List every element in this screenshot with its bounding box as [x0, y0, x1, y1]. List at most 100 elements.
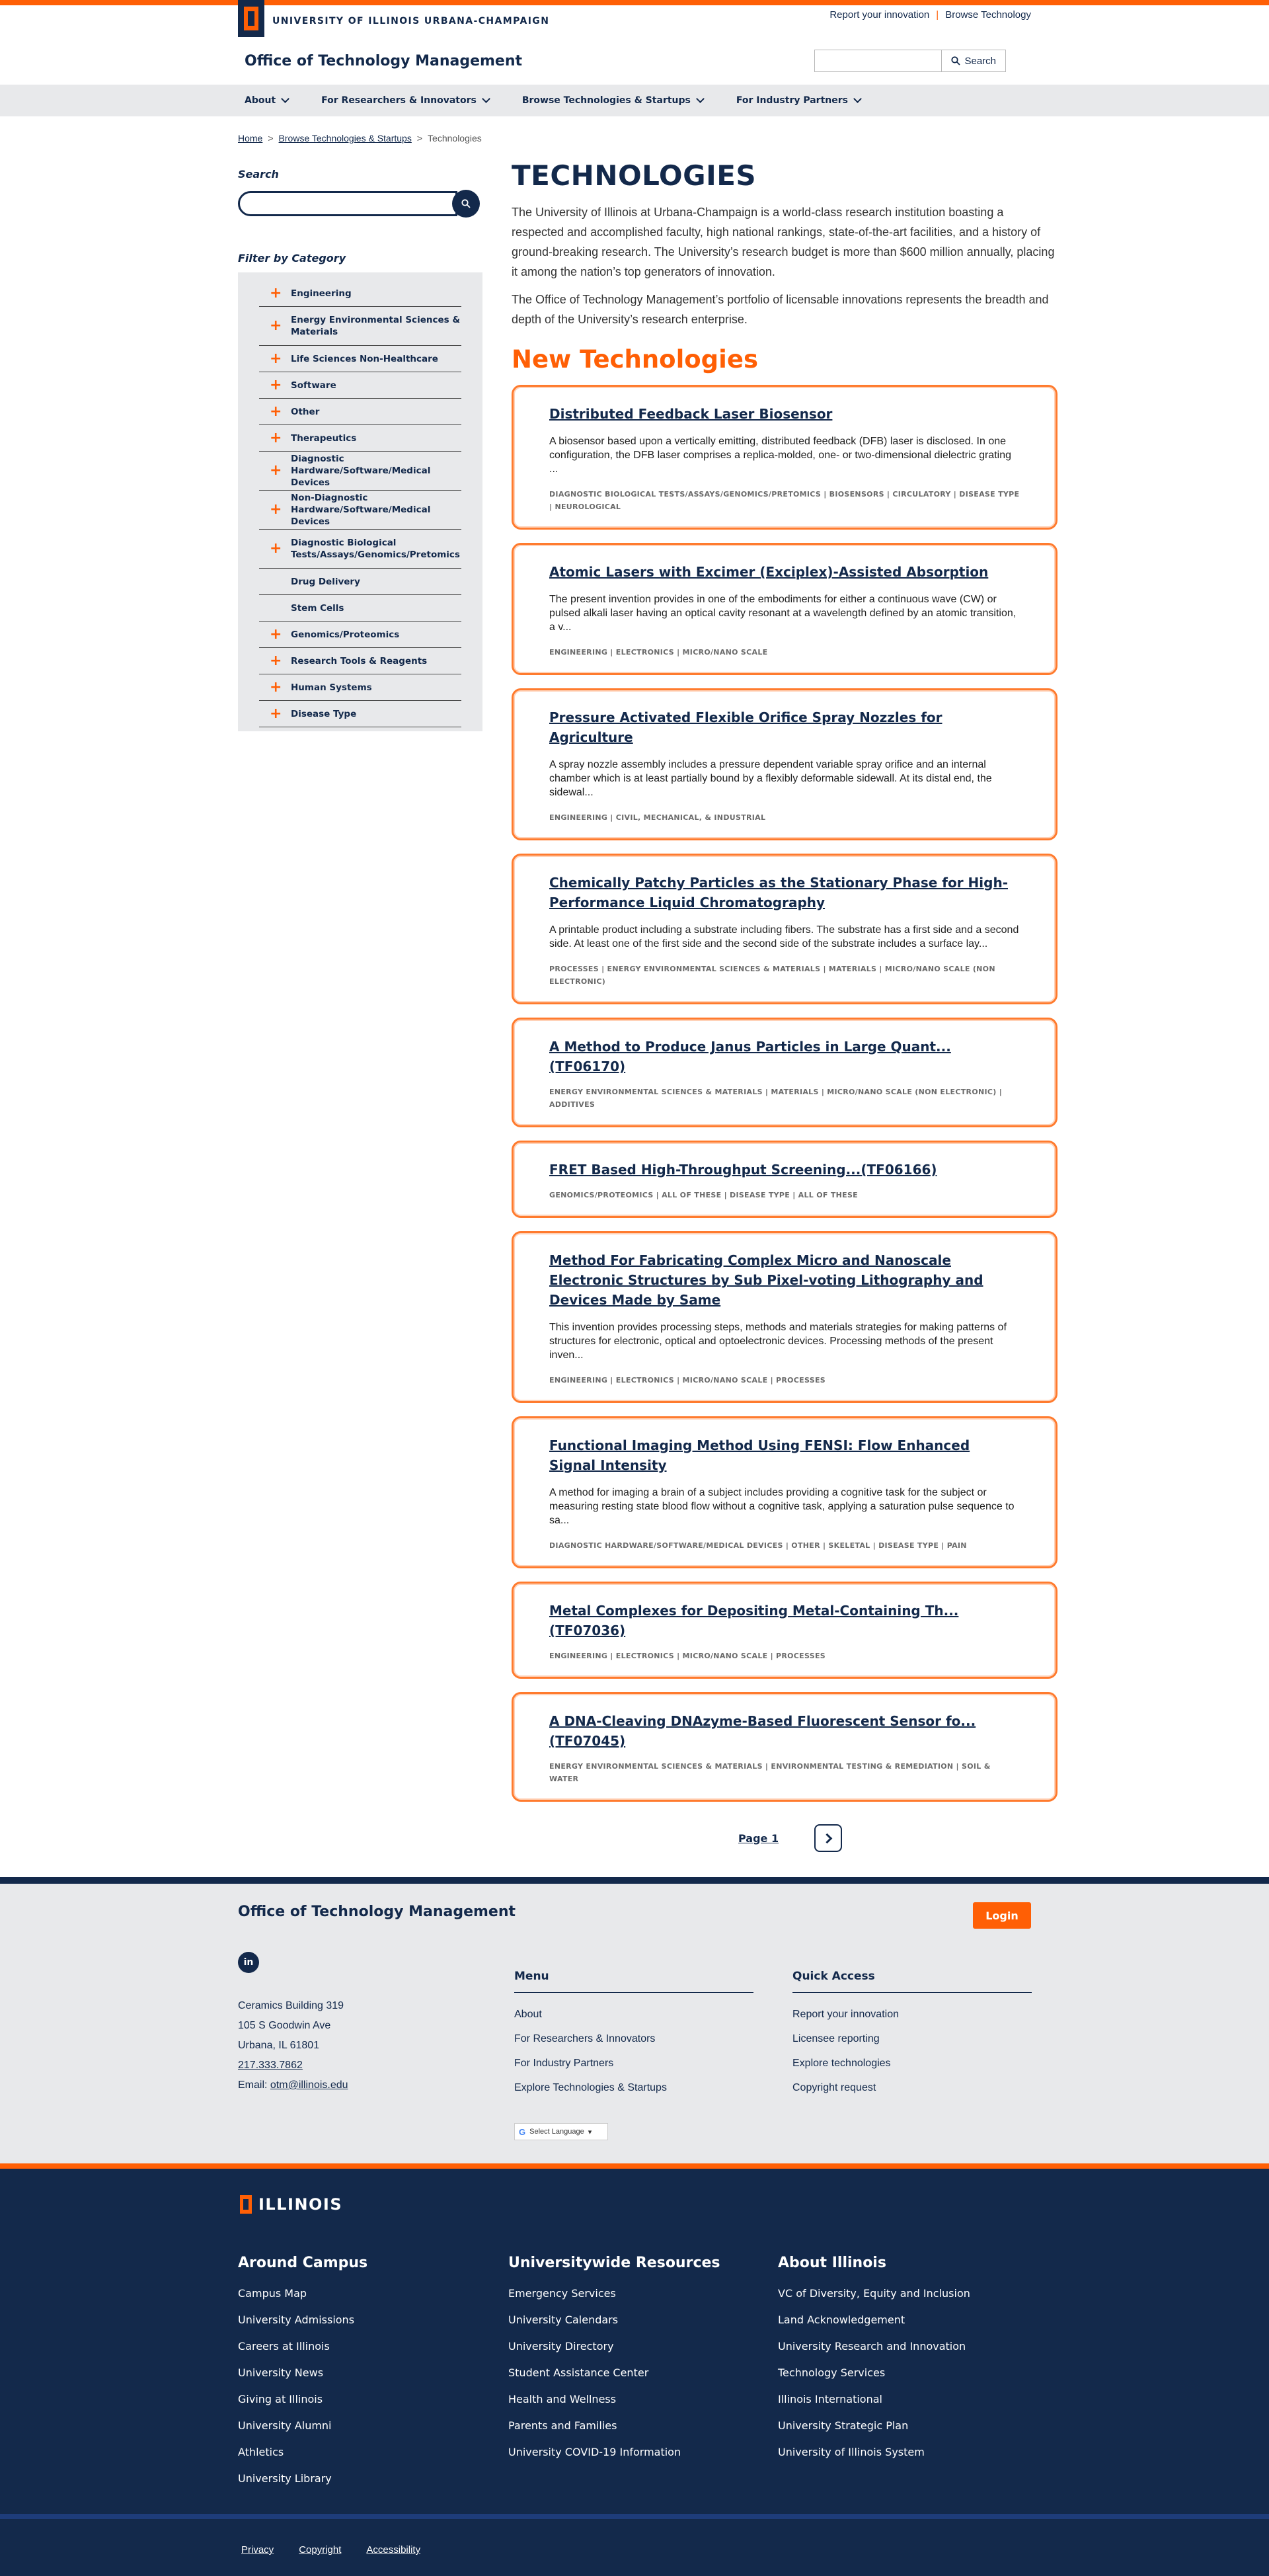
campus-footer-link[interactable]: Careers at Illinois [238, 2333, 367, 2360]
technology-title-link[interactable]: FRET Based High-Throughput Screening...(… [549, 1160, 1020, 1180]
university-logo[interactable]: UNIVERSITY OF ILLINOIS URBANA-CHAMPAIGN [238, 0, 550, 37]
footer-quick-link[interactable]: Copyright request [792, 2075, 1032, 2100]
breadcrumb-home[interactable]: Home [238, 133, 262, 143]
campus-footer-link[interactable]: University Alumni [238, 2413, 367, 2439]
category-item[interactable]: Stem Cells [259, 595, 461, 622]
campus-footer-link[interactable]: University Directory [508, 2333, 720, 2360]
breadcrumb-separator: > [416, 133, 423, 143]
campus-footer-link[interactable]: Land Acknowledgement [778, 2307, 970, 2333]
campus-footer-link[interactable]: Giving at Illinois [238, 2386, 367, 2413]
sidebar-search-button[interactable] [452, 190, 480, 218]
campus-footer-link[interactable]: Campus Map [238, 2280, 367, 2307]
legal-footer: Privacy Copyright Accessibility [0, 2519, 1269, 2576]
site-title[interactable]: Office of Technology Management [245, 53, 522, 69]
footer-quick-link[interactable]: Licensee reporting [792, 2027, 1032, 2051]
category-item[interactable]: + Diagnostic Biological Tests/Assays/Geno… [259, 530, 461, 569]
footer-menu-link[interactable]: For Researchers & Innovators [514, 2027, 753, 2051]
footer-menu-link[interactable]: For Industry Partners [514, 2051, 753, 2075]
technology-title-link[interactable]: Method For Fabricating Complex Micro and… [549, 1250, 1020, 1310]
nav-browse-technologies[interactable]: Browse Technologies & Startups [522, 95, 705, 106]
category-item[interactable]: + Life Sciences Non-Healthcare [259, 346, 461, 372]
category-item[interactable]: + Therapeutics [259, 425, 461, 452]
header-search-input[interactable] [814, 50, 942, 72]
footer-menu-link[interactable]: Explore Technologies & Startups [514, 2075, 753, 2100]
category-label: Disease Type [291, 708, 357, 719]
university-name: UNIVERSITY OF ILLINOIS URBANA-CHAMPAIGN [272, 16, 550, 26]
technology-title-link[interactable]: Distributed Feedback Laser Biosensor [549, 404, 1020, 424]
campus-footer-link[interactable]: University Strategic Plan [778, 2413, 970, 2439]
header-search: Search [814, 50, 1006, 72]
technology-title-link[interactable]: Pressure Activated Flexible Orifice Spra… [549, 707, 1020, 747]
category-item[interactable]: + Diagnostic Hardware/Software/Medical De… [259, 452, 461, 491]
campus-footer-link[interactable]: Student Assistance Center [508, 2360, 720, 2386]
campus-footer-link[interactable]: University COVID-19 Information [508, 2439, 720, 2466]
language-select[interactable]: G Select Language ▾ [514, 2123, 608, 2140]
campus-footer-stripe [0, 2163, 1269, 2169]
nav-about[interactable]: About [245, 95, 290, 106]
sidebar-search-input[interactable] [238, 191, 457, 216]
phone-link[interactable]: 217.333.7862 [238, 2060, 303, 2071]
technology-description: A spray nozzle assembly includes a press… [549, 759, 992, 798]
technology-title-link[interactable]: Atomic Lasers with Excimer (Exciplex)-As… [549, 562, 1020, 582]
login-button[interactable]: Login [973, 1902, 1031, 1929]
nav-industry-partners[interactable]: For Industry Partners [736, 95, 862, 106]
campus-footer-link[interactable]: University News [238, 2360, 367, 2386]
campus-footer-link[interactable]: Health and Wellness [508, 2386, 720, 2413]
technology-card: Distributed Feedback Laser Biosensor A bi… [512, 385, 1058, 530]
category-label: Diagnostic Hardware/Software/Medical Dev… [291, 454, 431, 488]
new-technologies-heading: New Technologies [512, 345, 758, 374]
category-label: Genomics/Proteomics [291, 629, 400, 640]
footer-title: Office of Technology Management [238, 1904, 516, 1920]
otm-footer: Office of Technology Management Login in… [0, 1884, 1269, 2163]
technology-title-link[interactable]: A Method to Produce Janus Particles in L… [549, 1037, 1020, 1076]
campus-footer-column: Around Campus Campus Map University Admiss… [238, 2255, 367, 2492]
campus-footer-link[interactable]: University Calendars [508, 2307, 720, 2333]
campus-footer-link[interactable]: VC of Diversity, Equity and Inclusion [778, 2280, 970, 2307]
next-page-button[interactable] [814, 1824, 843, 1852]
campus-footer-link[interactable]: University Library [238, 2466, 367, 2492]
privacy-link[interactable]: Privacy [241, 2544, 274, 2556]
nav-researchers[interactable]: For Researchers & Innovators [321, 95, 490, 106]
campus-footer-link[interactable]: Technology Services [778, 2360, 970, 2386]
footer-quick-link[interactable]: Explore technologies [792, 2051, 1032, 2075]
technology-card: A Method to Produce Janus Particles in L… [512, 1018, 1058, 1127]
campus-footer-link[interactable]: Illinois International [778, 2386, 970, 2413]
technology-title-link[interactable]: Metal Complexes for Depositing Metal-Con… [549, 1601, 1020, 1640]
accessibility-link[interactable]: Accessibility [366, 2544, 420, 2556]
technology-title-link[interactable]: Functional Imaging Method Using FENSI: F… [549, 1435, 1020, 1475]
email-link[interactable]: otm@illinois.edu [270, 2079, 348, 2091]
utility-separator: | [936, 9, 939, 20]
category-item[interactable]: + Software [259, 372, 461, 399]
campus-footer-link[interactable]: University Research and Innovation [778, 2333, 970, 2360]
category-item[interactable]: + Genomics/Proteomics [259, 622, 461, 648]
breadcrumb-browse[interactable]: Browse Technologies & Startups [279, 133, 412, 143]
header-search-button[interactable]: Search [941, 50, 1006, 72]
copyright-link[interactable]: Copyright [299, 2544, 341, 2556]
category-item[interactable]: + Engineering [259, 280, 461, 307]
page-link[interactable]: Page 1 [738, 1832, 779, 1845]
chevron-down-icon [281, 95, 290, 103]
category-item[interactable]: + Research Tools & Reagents [259, 648, 461, 674]
illinois-logo[interactable]: ILLINOIS [240, 2195, 342, 2214]
category-item[interactable]: + Human Systems [259, 674, 461, 701]
campus-footer-link[interactable]: Emergency Services [508, 2280, 720, 2307]
category-item[interactable]: + Energy Environmental Sciences & Materia… [259, 307, 461, 346]
category-label: Drug Delivery [291, 576, 360, 587]
technology-title-link[interactable]: A DNA-Cleaving DNAzyme-Based Fluorescent… [549, 1711, 1020, 1751]
campus-footer-link[interactable]: Parents and Families [508, 2413, 720, 2439]
campus-footer-link[interactable]: Athletics [238, 2439, 367, 2466]
linkedin-icon[interactable]: in [238, 1952, 259, 1973]
browse-technology-link[interactable]: Browse Technology [945, 9, 1031, 20]
campus-footer-link[interactable]: University of Illinois System [778, 2439, 970, 2466]
technology-title-link[interactable]: Chemically Patchy Particles as the Stati… [549, 873, 1020, 912]
category-item[interactable]: + Non-Diagnostic Hardware/Software/Medica… [259, 491, 461, 530]
technology-card: FRET Based High-Throughput Screening...(… [512, 1141, 1058, 1218]
footer-menu-link[interactable]: About [514, 2002, 753, 2027]
category-item[interactable]: + Disease Type [259, 701, 461, 727]
category-item[interactable]: + Other [259, 399, 461, 425]
category-item[interactable]: Drug Delivery [259, 569, 461, 595]
campus-footer-link[interactable]: University Admissions [238, 2307, 367, 2333]
footer-quick-link[interactable]: Report your innovation [792, 2002, 1032, 2027]
utility-links: Report your innovation | Browse Technolo… [829, 9, 1031, 20]
report-innovation-link[interactable]: Report your innovation [829, 9, 929, 20]
